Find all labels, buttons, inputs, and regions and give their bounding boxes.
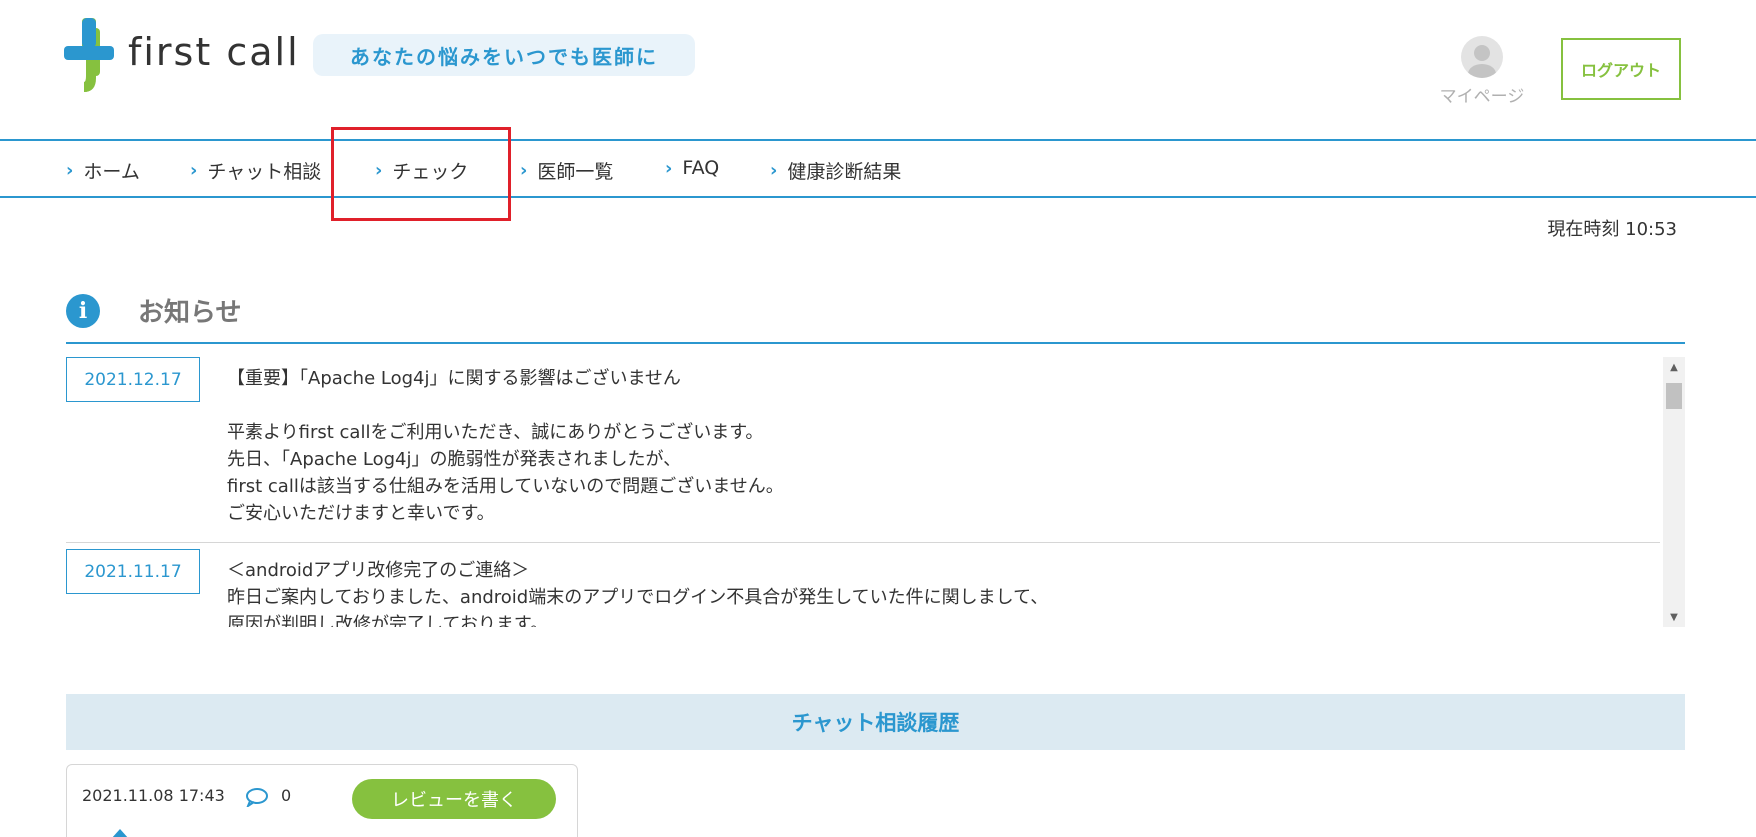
nav-item-label: 医師一覧 bbox=[537, 161, 614, 183]
news-body: ＜androidアプリ改修完了のご連絡＞ 昨日ご案内しておりました、androi… bbox=[227, 549, 1660, 627]
logo-text[interactable]: first call bbox=[128, 30, 300, 74]
nav-item-health-results[interactable]: › 健康診断結果 bbox=[770, 157, 901, 184]
news-title: お知らせ bbox=[138, 298, 242, 328]
highlight-box bbox=[331, 127, 511, 221]
card-arrow-icon bbox=[111, 829, 129, 837]
tagline: あなたの悩みをいつでも医師に bbox=[313, 34, 695, 76]
page: first call あなたの悩みをいつでも医師に マイページ ログアウト › … bbox=[0, 0, 1756, 837]
mypage-label: マイページ bbox=[1439, 87, 1525, 107]
nav-item-label: FAQ bbox=[682, 157, 720, 179]
nav-item-doctors[interactable]: › 医師一覧 bbox=[520, 157, 613, 184]
comment-count: 0 bbox=[281, 786, 292, 805]
avatar-icon bbox=[1461, 36, 1503, 78]
chevron-right-icon: › bbox=[520, 160, 528, 181]
chat-history-title: チャット相談履歴 bbox=[66, 694, 1685, 750]
news-line: first callは該当する仕組みを活用していないので問題ございません。 bbox=[227, 476, 784, 497]
chevron-right-icon: › bbox=[770, 160, 778, 181]
mypage-link[interactable]: マイページ bbox=[1432, 36, 1532, 107]
scroll-down-arrow-icon[interactable]: ▼ bbox=[1663, 607, 1685, 627]
news-line: 先日、「Apache Log4j」の脆弱性が発表されましたが、 bbox=[227, 449, 682, 470]
write-review-button[interactable]: レビューを書く bbox=[352, 779, 556, 819]
nav-item-label: ホーム bbox=[83, 161, 140, 183]
news-line: 原因が判明し改修が完了しております。 bbox=[227, 614, 549, 627]
scrollbar[interactable]: ▲ ▼ bbox=[1663, 357, 1685, 627]
nav-item-faq[interactable]: › FAQ bbox=[665, 157, 719, 179]
logout-button[interactable]: ログアウト bbox=[1561, 38, 1681, 100]
news-line: 昨日ご案内しておりました、android端末のアプリでログイン不具合が発生してい… bbox=[227, 587, 1049, 608]
nav-item-chat[interactable]: › チャット相談 bbox=[190, 157, 321, 184]
chevron-right-icon: › bbox=[190, 160, 198, 181]
news-line: 平素よりfirst callをご利用いただき、誠にありがとうございます。 bbox=[227, 422, 764, 443]
news-item: 2021.12.17 【重要】「Apache Log4j」に関する影響はございま… bbox=[66, 357, 1660, 543]
news-list[interactable]: 2021.12.17 【重要】「Apache Log4j」に関する影響はございま… bbox=[66, 357, 1685, 627]
news-line: ご安心いただけますと幸いです。 bbox=[227, 503, 495, 524]
scroll-up-arrow-icon[interactable]: ▲ bbox=[1663, 357, 1685, 377]
divider bbox=[66, 342, 1685, 344]
news-line: 【重要】「Apache Log4j」に関する影響はございません bbox=[227, 368, 681, 389]
current-time: 現在時刻 10:53 bbox=[1547, 219, 1677, 240]
main-nav: › ホーム › チャット相談 › チェック › 医師一覧 › FAQ › 健康診… bbox=[0, 139, 1756, 198]
comment-icon bbox=[246, 788, 268, 807]
news-date: 2021.12.17 bbox=[66, 357, 200, 402]
scroll-thumb[interactable] bbox=[1666, 383, 1682, 409]
nav-item-home[interactable]: › ホーム bbox=[66, 157, 140, 184]
chevron-right-icon: › bbox=[66, 160, 74, 181]
chat-datetime: 2021.11.08 17:43 bbox=[82, 786, 225, 805]
news-item: 2021.11.17 ＜androidアプリ改修完了のご連絡＞ 昨日ご案内してお… bbox=[66, 543, 1660, 627]
news-body: 【重要】「Apache Log4j」に関する影響はございません 平素よりfirs… bbox=[227, 357, 1660, 527]
news-heading: i お知らせ bbox=[66, 292, 241, 329]
logo-icon[interactable] bbox=[64, 18, 114, 92]
chat-history-card[interactable]: 2021.11.08 17:43 0 レビューを書く bbox=[66, 764, 578, 837]
news-line: ＜androidアプリ改修完了のご連絡＞ bbox=[227, 560, 530, 581]
news-scroll-area: 2021.12.17 【重要】「Apache Log4j」に関する影響はございま… bbox=[66, 357, 1660, 627]
info-icon: i bbox=[66, 293, 100, 328]
chevron-right-icon: › bbox=[665, 157, 673, 179]
nav-item-label: 健康診断結果 bbox=[787, 161, 902, 183]
nav-item-label: チャット相談 bbox=[207, 161, 322, 183]
news-date: 2021.11.17 bbox=[66, 549, 200, 594]
